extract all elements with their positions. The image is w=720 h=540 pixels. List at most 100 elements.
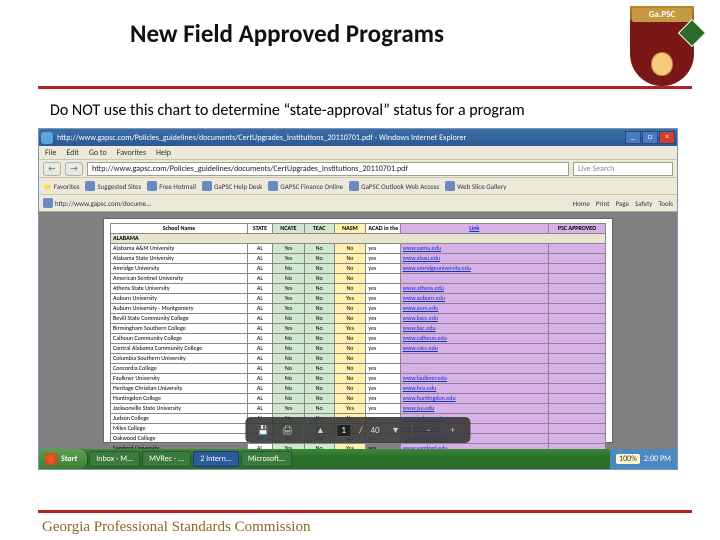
table-row: Bevill State Community CollegeALNoNoNoye…	[111, 314, 606, 324]
data-cell	[548, 384, 605, 394]
link-cell	[400, 354, 548, 364]
data-cell	[366, 274, 400, 284]
menu-file[interactable]: File	[45, 148, 56, 158]
pdf-viewport[interactable]: School NameSTATENCATETEACNASMACAD in the…	[39, 212, 677, 449]
fav-helpdesk[interactable]: GaPSC Help Desk	[202, 181, 262, 191]
favorites-button[interactable]: ⭐ Favorites	[43, 182, 79, 191]
start-button[interactable]: Start	[39, 449, 88, 469]
link-cell[interactable]: www.athens.edu	[400, 284, 548, 294]
school-name-cell: Heritage Christian University	[111, 384, 248, 394]
data-cell	[548, 404, 605, 414]
column-header: NCATE	[272, 224, 304, 234]
zoom-indicator[interactable]: 100%	[616, 454, 640, 464]
fav-label: GAPSC Finance Online	[280, 182, 343, 191]
tool-safety[interactable]: Safety	[635, 199, 652, 208]
fav-hotmail[interactable]: Free Hotmail	[147, 181, 196, 191]
link-cell[interactable]: www.jsu.edu	[400, 404, 548, 414]
taskbar-item[interactable]: Microsoft...	[241, 451, 292, 467]
fav-suggested[interactable]: Suggested Sites	[85, 181, 141, 191]
fav-webslice[interactable]: Web Slice Gallery	[445, 181, 506, 191]
data-cell	[548, 414, 605, 424]
institutions-table: School NameSTATENCATETEACNASMACAD in the…	[110, 223, 606, 449]
link-cell[interactable]: www.calhoun.edu	[400, 334, 548, 344]
data-cell: No	[272, 334, 304, 344]
tool-page[interactable]: Page	[615, 199, 629, 208]
table-row: Central Alabama Community CollegeALNoNoN…	[111, 344, 606, 354]
pdf-zoom-out-button[interactable]: −	[421, 422, 437, 438]
menu-edit[interactable]: Edit	[66, 148, 79, 158]
data-cell: AL	[247, 254, 272, 264]
data-cell: yes	[366, 294, 400, 304]
link-cell[interactable]: www.hcu.edu	[400, 384, 548, 394]
link-cell[interactable]: www.bsc.edu	[400, 324, 548, 334]
menu-help[interactable]: Help	[156, 148, 171, 158]
data-cell: yes	[366, 264, 400, 274]
tool-print[interactable]: Print	[596, 199, 610, 208]
link-cell[interactable]: www.aum.edu	[400, 304, 548, 314]
link-cell[interactable]: www.samford.edu	[400, 444, 548, 450]
address-input[interactable]: http://www.gapsc.com/Policies_guidelines…	[87, 162, 569, 176]
link-cell[interactable]: www.faulkner.edu	[400, 374, 548, 384]
data-cell: Yes	[272, 304, 304, 314]
tray-clock: 2:00 PM	[644, 454, 671, 464]
pdf-page-input[interactable]: 1	[336, 424, 351, 437]
data-cell: Yes	[272, 244, 304, 254]
menu-favorites[interactable]: Favorites	[117, 148, 146, 158]
data-cell: yes	[366, 444, 400, 450]
data-cell: No	[272, 274, 304, 284]
table-row: Jacksonville State UniversityALYesNoYesy…	[111, 404, 606, 414]
data-cell: No	[304, 294, 334, 304]
tool-tools[interactable]: Tools	[658, 199, 673, 208]
link-cell[interactable]: www.amridgeuniversity.edu	[400, 264, 548, 274]
browser-window: http://www.gapsc.com/Policies_guidelines…	[38, 128, 678, 470]
link-cell	[400, 274, 548, 284]
data-cell	[548, 434, 605, 444]
link-cell[interactable]: www.huntingdon.edu	[400, 394, 548, 404]
link-cell[interactable]: www.alasu.edu	[400, 254, 548, 264]
table-row: Calhoun Community CollegeALNoNoNoyeswww.…	[111, 334, 606, 344]
taskbar-item[interactable]: Inbox - M...	[89, 451, 140, 467]
taskbar-item[interactable]: MVRec - ...	[142, 451, 191, 467]
tool-home[interactable]: Home	[573, 199, 590, 208]
data-cell: AL	[247, 274, 272, 284]
data-cell: AL	[247, 384, 272, 394]
data-cell: No	[304, 254, 334, 264]
school-name-cell: Miles College	[111, 424, 248, 434]
table-row: Auburn University - MontgomeryALYesNoNoy…	[111, 304, 606, 314]
data-cell: No	[334, 244, 366, 254]
fav-finance[interactable]: GAPSC Finance Online	[268, 181, 343, 191]
maximize-button[interactable]: □	[642, 131, 658, 144]
data-cell: No	[334, 334, 366, 344]
peach-icon	[651, 52, 673, 76]
link-cell[interactable]: www.auburn.edu	[400, 294, 548, 304]
data-cell: yes	[366, 404, 400, 414]
data-cell: AL	[247, 324, 272, 334]
minimize-button[interactable]: _	[625, 131, 641, 144]
pdf-icon	[43, 198, 53, 208]
link-cell[interactable]: www.cacc.edu	[400, 344, 548, 354]
back-button[interactable]: ←	[43, 162, 61, 176]
pdf-next-page-button[interactable]: ▼	[388, 422, 404, 438]
window-buttons: _ □ ×	[625, 131, 675, 144]
data-cell: No	[304, 314, 334, 324]
pdf-prev-page-button[interactable]: ▲	[312, 422, 328, 438]
slide: New Field Approved Programs Ga.PSC Do NO…	[0, 0, 720, 540]
pdf-zoom-in-button[interactable]: +	[445, 422, 461, 438]
browser-tab[interactable]: http://www.gapsc.com/docume...	[43, 198, 151, 208]
data-cell: No	[272, 364, 304, 374]
fav-owa[interactable]: GaPSC Outlook Web Access	[349, 181, 439, 191]
close-button[interactable]: ×	[659, 131, 675, 144]
link-cell[interactable]: www.aamu.edu	[400, 244, 548, 254]
fav-label: Free Hotmail	[159, 182, 196, 191]
menu-goto[interactable]: Go to	[89, 148, 107, 158]
data-cell	[548, 244, 605, 254]
site-icon	[268, 181, 278, 191]
pdf-save-button[interactable]: 💾	[255, 422, 271, 438]
taskbar-item-active[interactable]: 2 Intern...	[193, 451, 239, 467]
search-input[interactable]: Live Search	[573, 162, 673, 176]
pdf-print-button[interactable]: 🖨	[279, 422, 295, 438]
forward-button[interactable]: →	[65, 162, 83, 176]
school-name-cell: Concordia College	[111, 364, 248, 374]
link-cell[interactable]: www.bscc.edu	[400, 314, 548, 324]
school-name-cell: Huntingdon College	[111, 394, 248, 404]
